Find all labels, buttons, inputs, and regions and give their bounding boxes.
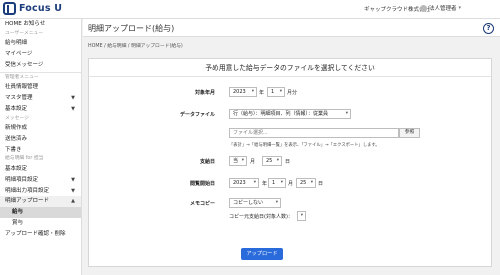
sidebar-section-payslip: 給与明細 for 担当 — [5, 156, 44, 162]
sidebar-item-detail-items[interactable]: 明細項目設定 ▼ — [0, 175, 81, 186]
sidebar-item-label: 明細アップロード — [5, 198, 50, 205]
publish-date-label: 閲覧開始日 — [189, 181, 215, 187]
chevron-down-icon: ▾ — [276, 158, 279, 163]
logo-icon — [3, 2, 16, 15]
sidebar-item-label: マスタ管理 — [5, 94, 33, 101]
chevron-down-icon: ▾ — [280, 180, 283, 185]
payday-month-value: 当 — [233, 158, 239, 164]
sidebar-item-output-items[interactable]: 明細出力項目設定 ▼ — [0, 186, 81, 197]
chevron-down-icon: ▾ — [310, 180, 313, 185]
publish-month-select[interactable]: 1 ▾ — [268, 178, 286, 188]
month-unit: 月分 — [287, 90, 298, 96]
sidebar-item-upload-confirm[interactable]: アップロード確認・削除 — [0, 229, 81, 240]
publish-day-select[interactable]: 25 ▾ — [296, 178, 316, 188]
sidebar-item-salary[interactable]: 給与 — [0, 207, 81, 218]
sidebar-item-basic[interactable]: 基本設定 ▼ — [0, 104, 81, 115]
sidebar-item-mypage[interactable]: マイページ — [0, 49, 81, 60]
payday-month-unit: 月 — [250, 159, 256, 165]
chevron-down-icon: ▼ — [71, 176, 75, 183]
browse-button[interactable]: 参照 — [399, 128, 420, 138]
sidebar-item-sent[interactable]: 送信済み — [0, 134, 81, 145]
publish-day-unit: 日 — [318, 181, 324, 187]
sidebar-item-payslip[interactable]: 給与明細 — [0, 38, 81, 49]
layout-select[interactable]: 行（給与）：明細項目、列（情報）：従業員 ▾ — [229, 109, 351, 119]
memo-copy-select[interactable]: コピーしない ▾ — [229, 198, 281, 208]
payday-day-select[interactable]: 25 ▾ — [262, 156, 282, 166]
chevron-down-icon: ▼ — [71, 187, 75, 194]
file-note: 「表計」→「給与明細一覧」を表示、「ファイル」→「エクスポート」します。 — [229, 143, 380, 148]
target-year-value: 2023 — [233, 89, 246, 95]
chevron-down-icon: ▾ — [253, 180, 256, 185]
sidebar: HOME お知らせ ユーザーメニュー 給与明細 マイページ 受信メッセージ 管理… — [0, 19, 82, 275]
chevron-down-icon: ▾ — [275, 200, 278, 205]
sidebar-item-upload[interactable]: 明細アップロード ▲ — [0, 196, 81, 208]
target-year-select[interactable]: 2023 ▾ — [229, 87, 257, 97]
sidebar-section-admin: 管理者メニュー — [5, 74, 39, 80]
payday-day-value: 25 — [266, 158, 273, 164]
sidebar-item-master[interactable]: マスタ管理 ▼ — [0, 93, 81, 104]
chevron-down-icon: ▾ — [251, 89, 254, 94]
sidebar-item-draft[interactable]: 下書き — [0, 145, 81, 156]
publish-year-select[interactable]: 2023 ▾ — [229, 178, 259, 188]
sidebar-item-label: 明細出力項目設定 — [5, 187, 50, 194]
data-file-label: データファイル — [179, 112, 215, 118]
chevron-down-icon: ▼ — [71, 94, 75, 101]
sidebar-divider — [0, 71, 81, 73]
file-input[interactable]: ファイル選択... — [229, 128, 399, 138]
copy-source-select[interactable]: ▾ — [297, 211, 306, 221]
user-menu[interactable]: 法人管理者 ▾ — [420, 4, 461, 12]
chevron-down-icon: ▾ — [345, 111, 348, 116]
payday-label: 支給日 — [199, 159, 215, 165]
chevron-down-icon: ▾ — [300, 213, 303, 218]
sidebar-item-bonus[interactable]: 賞与 — [0, 218, 81, 229]
user-avatar-icon — [420, 4, 427, 12]
publish-day-value: 25 — [300, 180, 307, 186]
publish-year-value: 2023 — [233, 180, 246, 186]
target-month-select[interactable]: 1 ▾ — [267, 87, 285, 97]
chevron-down-icon: ▾ — [279, 89, 282, 94]
publish-month-value: 1 — [272, 180, 276, 186]
year-unit: 年 — [259, 90, 265, 96]
chevron-up-icon: ▲ — [71, 198, 75, 205]
payday-month-select[interactable]: 当 ▾ — [229, 156, 247, 166]
user-name: 法人管理者 — [429, 6, 457, 12]
app-logo[interactable]: Focus U — [3, 2, 62, 15]
main-header: 明細アップロード(給与) ? — [83, 19, 500, 37]
sidebar-item-basic2[interactable]: 基本設定 — [0, 164, 81, 175]
breadcrumb: HOME / 給与明細 / 明細アップロード(給与) — [88, 44, 183, 49]
memo-copy-value: コピーしない — [233, 200, 264, 206]
target-month-value: 1 — [271, 89, 275, 95]
logo-text: Focus U — [19, 3, 63, 14]
help-icon[interactable]: ? — [483, 23, 494, 34]
page-title: 明細アップロード(給与) — [88, 24, 175, 33]
payday-day-unit: 日 — [285, 159, 291, 165]
memo-copy-label: メモコピー — [189, 201, 215, 207]
target-month-label: 対象年月 — [194, 90, 215, 96]
sidebar-item-label: 基本設定 — [5, 105, 28, 112]
publish-month-unit: 月 — [288, 181, 294, 187]
copy-source-label: コピー元支給日(対象人数)： — [229, 214, 293, 220]
publish-year-unit: 年 — [262, 181, 268, 187]
chevron-down-icon: ▾ — [458, 5, 462, 11]
chevron-down-icon: ▼ — [71, 105, 75, 112]
upload-button[interactable]: アップロード — [241, 248, 283, 260]
sidebar-section-message: メッセージ — [5, 115, 29, 121]
sidebar-item-messages[interactable]: 受信メッセージ — [0, 60, 81, 71]
sidebar-item-new[interactable]: 新規作成 — [0, 123, 81, 134]
sidebar-item-home[interactable]: HOME お知らせ — [0, 19, 81, 30]
sidebar-item-label: 明細項目設定 — [5, 176, 39, 183]
top-bar: Focus U ギャップクラウド株式会社 法人管理者 ▾ — [0, 0, 500, 19]
sidebar-item-employee[interactable]: 社員情報管理 — [0, 82, 81, 93]
sidebar-section-user: ユーザーメニュー — [5, 30, 44, 36]
chevron-down-icon: ▾ — [241, 158, 244, 163]
card-title: 予め用意した給与データのファイルを選択してください — [89, 59, 491, 77]
layout-value: 行（給与）：明細項目、列（情報）：従業員 — [233, 111, 329, 117]
